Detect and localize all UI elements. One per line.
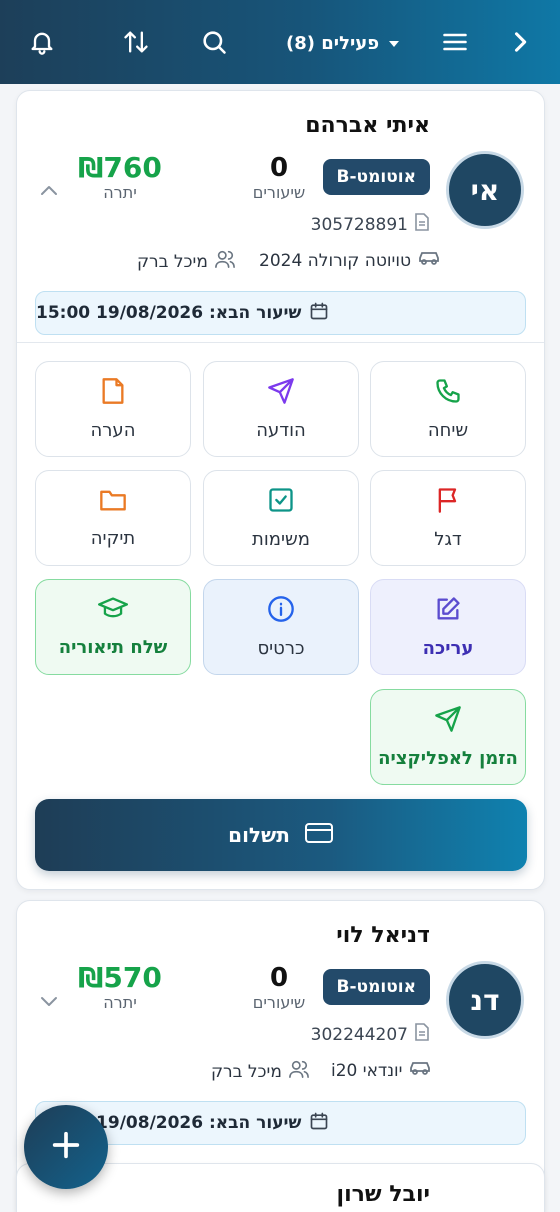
id-number: 302244207 xyxy=(310,1024,408,1045)
users-icon xyxy=(288,1059,310,1084)
balance-label: יתרה xyxy=(103,993,137,1012)
document-icon xyxy=(414,1023,430,1046)
folder-icon xyxy=(99,487,127,518)
call-button[interactable]: שיחה xyxy=(370,361,526,457)
send-theory-button[interactable]: שלח תיאוריה xyxy=(35,579,191,675)
card-button[interactable]: כרטיס xyxy=(203,579,359,675)
avatar: אי xyxy=(446,151,524,229)
next-lesson-bar: שיעור הבא: 19/08/2026 15:00 xyxy=(35,291,526,335)
student-name: איתי אברהם xyxy=(305,113,430,138)
send-icon xyxy=(267,377,295,410)
credit-card-icon xyxy=(304,822,334,849)
id-row: 302244207 xyxy=(311,1023,430,1046)
status-filter-dropdown[interactable]: פעילים (8) xyxy=(286,28,400,58)
student-card[interactable]: איתי אברהם אי B-אוטומט 0 שיעורים ₪760 ית… xyxy=(16,90,545,890)
calendar-icon xyxy=(309,1111,329,1136)
next-lesson-text: שיעור הבא: 19/08/2026 15:00 xyxy=(36,303,302,323)
info-icon xyxy=(267,595,295,628)
balance-amount: ₪760 xyxy=(78,151,162,184)
lessons-count: 0 xyxy=(269,153,289,183)
note-button[interactable]: הערה xyxy=(35,361,191,457)
balance-amount: ₪570 xyxy=(78,961,162,994)
folder-button[interactable]: תיקיה xyxy=(35,470,191,566)
next-lesson-bar: שיעור הבא: 19/08/2026 17:30 xyxy=(35,1101,526,1145)
flag-icon xyxy=(435,486,461,519)
edit-label: עריכה xyxy=(422,638,474,659)
car-icon xyxy=(417,249,441,272)
chevron-up-icon[interactable] xyxy=(37,179,61,207)
car-row: יונדאי i20 xyxy=(331,1059,432,1082)
plus-icon xyxy=(49,1128,83,1166)
instructor-row: מיכל ברק xyxy=(137,249,236,274)
call-label: שיחה xyxy=(427,420,469,441)
checkbox-icon xyxy=(267,486,295,519)
invite-app-button[interactable]: הזמן לאפליקציה xyxy=(370,689,526,785)
lessons-label: שיעורים xyxy=(252,993,306,1012)
student-name: דניאל לוי xyxy=(336,923,430,948)
sort-icon[interactable] xyxy=(118,24,154,60)
chevron-right-icon[interactable] xyxy=(502,24,538,60)
car-row: טויוטה קורולה 2024 xyxy=(259,249,441,272)
filter-label: פעילים (8) xyxy=(286,32,380,54)
payment-button[interactable]: תשלום xyxy=(35,799,527,871)
divider xyxy=(17,342,544,343)
folder-label: תיקיה xyxy=(90,528,136,549)
tasks-label: משימות xyxy=(252,529,310,550)
bell-icon[interactable] xyxy=(24,24,60,60)
card-label: כרטיס xyxy=(257,638,305,659)
note-icon xyxy=(100,377,126,410)
license-badge: B-אוטומט xyxy=(322,969,430,1005)
add-student-button[interactable] xyxy=(24,1105,108,1189)
payment-label: תשלום xyxy=(228,823,290,847)
send-icon xyxy=(434,705,462,738)
top-app-bar: פעילים (8) xyxy=(0,0,560,84)
car-model: יונדאי i20 xyxy=(331,1060,403,1081)
id-number: 305728891 xyxy=(310,214,408,235)
car-icon xyxy=(408,1059,432,1082)
flag-label: דגל xyxy=(434,529,462,550)
message-label: הודעה xyxy=(256,420,306,441)
invite-app-label: הזמן לאפליקציה xyxy=(378,748,518,769)
calendar-icon xyxy=(309,301,329,326)
lessons-label: שיעורים xyxy=(252,183,306,202)
edit-button[interactable]: עריכה xyxy=(370,579,526,675)
tasks-button[interactable]: משימות xyxy=(203,470,359,566)
users-icon xyxy=(214,249,236,274)
graduation-cap-icon xyxy=(98,596,128,627)
car-model: טויוטה קורולה 2024 xyxy=(259,250,411,271)
balance-label: יתרה xyxy=(103,183,137,202)
avatar: דנ xyxy=(446,961,524,1039)
license-badge: B-אוטומט xyxy=(322,159,430,195)
phone-icon xyxy=(434,377,462,410)
edit-icon xyxy=(434,595,462,628)
send-theory-label: שלח תיאוריה xyxy=(58,637,168,658)
message-button[interactable]: הודעה xyxy=(203,361,359,457)
id-row: 305728891 xyxy=(311,213,430,236)
menu-icon[interactable] xyxy=(437,24,473,60)
instructor-name: מיכל ברק xyxy=(137,251,208,272)
lessons-count: 0 xyxy=(269,963,289,993)
instructor-row: מיכל ברק xyxy=(211,1059,310,1084)
student-name: יובל שרון xyxy=(336,1182,430,1207)
instructor-name: מיכל ברק xyxy=(211,1061,282,1082)
document-icon xyxy=(414,213,430,236)
caret-down-icon xyxy=(389,41,400,47)
search-icon[interactable] xyxy=(196,24,232,60)
note-label: הערה xyxy=(90,420,136,441)
chevron-down-icon[interactable] xyxy=(37,989,61,1017)
flag-button[interactable]: דגל xyxy=(370,470,526,566)
